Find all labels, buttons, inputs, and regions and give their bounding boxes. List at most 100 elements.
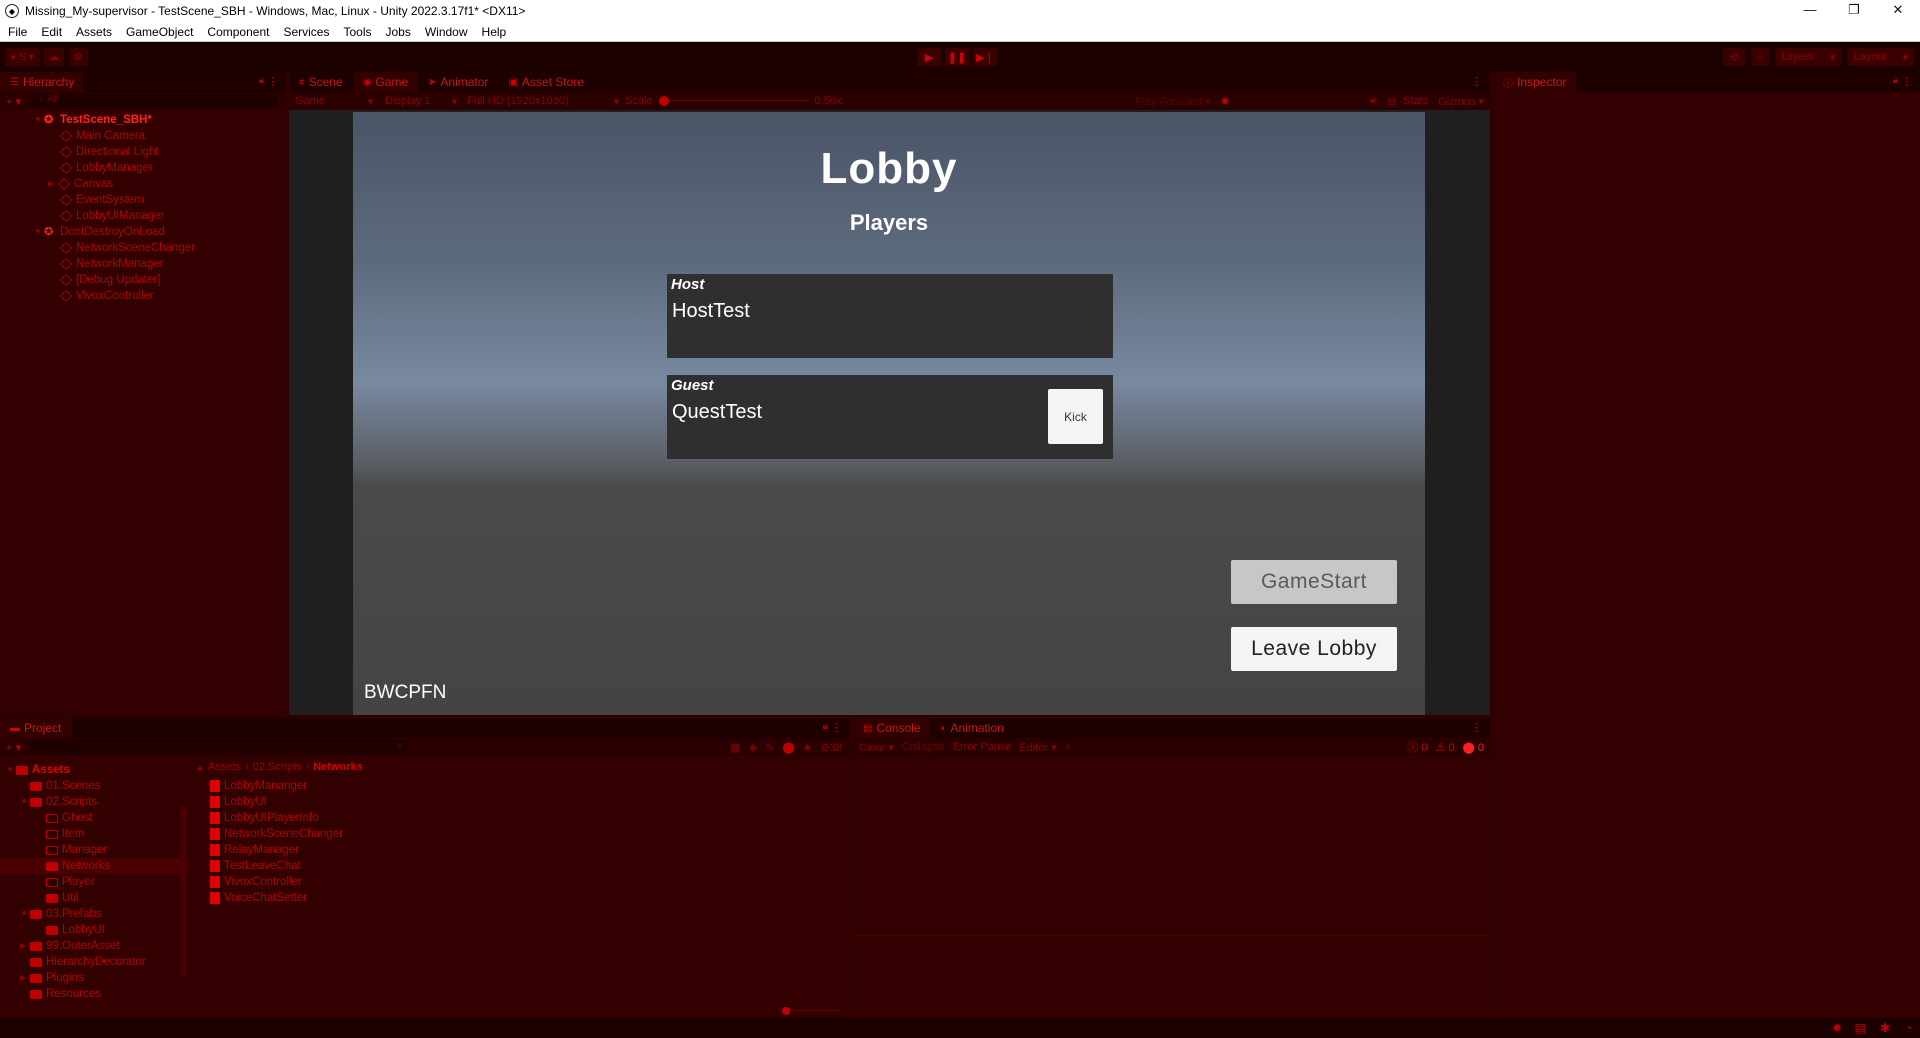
file-item[interactable]: VoiceChatSetter (210, 890, 850, 906)
bug-report-icon[interactable]: ✹ (1832, 1021, 1842, 1035)
layers-dropdown[interactable]: Layers ▾ (1774, 48, 1842, 66)
hierarchy-item[interactable]: EventSystem (0, 192, 286, 208)
folder-row[interactable]: ▼ Assets (0, 762, 188, 778)
folder-row[interactable]: HierarchyDecorator (0, 954, 188, 970)
favorite-icon[interactable]: ★ (803, 741, 813, 754)
breadcrumb-item[interactable]: Networks (313, 761, 363, 773)
file-item[interactable]: LobbyMananger (210, 778, 850, 794)
history-icon[interactable]: ⟲ (1723, 48, 1745, 66)
hierarchy-item[interactable]: Main Camera (0, 128, 286, 144)
folder-row[interactable]: ▶ 99.OuterAsset (0, 938, 188, 954)
pause-button[interactable]: ❚❚ (945, 48, 969, 66)
game-mode-dropdown[interactable]: Game ▾ (295, 95, 381, 108)
game-canvas[interactable]: Lobby Players Host HostTest Guest QuestT… (353, 112, 1425, 715)
folder-row[interactable]: ▼ 02.Scripts (0, 794, 188, 810)
expand-arrow-icon[interactable]: ▼ (34, 224, 44, 240)
bug-icon[interactable]: ✹ (1221, 95, 1230, 108)
file-item[interactable]: LobbyUIPlayerInfo (210, 810, 850, 826)
lock-icon[interactable]: 🔒︎ (259, 75, 264, 86)
hierarchy-item[interactable]: VivoxController (0, 288, 286, 304)
zoom-slider-thumb[interactable] (782, 1007, 790, 1015)
play-focused-dropdown[interactable]: Play Focused ▾ (1135, 95, 1210, 108)
folder-row[interactable]: Player (0, 874, 188, 890)
scale-slider-thumb[interactable] (658, 96, 669, 106)
folder-row[interactable]: 01.Scenes (0, 778, 188, 794)
layout-dropdown[interactable]: Layout ▾ (1847, 48, 1914, 66)
hierarchy-item[interactable]: LobbyUIManager (0, 208, 286, 224)
tab-hierarchy[interactable]: ☰ Hierarchy (0, 72, 85, 92)
tag-icon[interactable]: ✎ (765, 741, 774, 754)
menu-gameobject[interactable]: GameObject (126, 25, 193, 39)
search-by-label-icon[interactable]: ◈ (749, 741, 757, 754)
account-dropdown[interactable]: ● S ▾ (5, 48, 39, 66)
close-icon[interactable]: ✕ (1876, 0, 1920, 22)
warning-filter-icon[interactable]: ⬤ (782, 741, 794, 754)
tab-animation[interactable]: ◐ Animation (930, 718, 1013, 738)
console-log-area[interactable] (853, 756, 1490, 936)
error-count-toggle[interactable]: ⬤ 0 (1463, 741, 1485, 754)
mute-icon[interactable]: 🔊︎ (1370, 95, 1377, 108)
zoom-slider[interactable] (782, 1006, 842, 1016)
collapse-toggle[interactable]: Collapse (902, 741, 945, 753)
hierarchy-item[interactable]: [Debug Updater] (0, 272, 286, 288)
hierarchy-item[interactable]: Directional Light (0, 144, 286, 160)
expand-arrow-icon[interactable]: ▼ (34, 112, 44, 128)
hierarchy-item[interactable]: NetworkManager (0, 256, 286, 272)
file-item[interactable]: LobbyUI (210, 794, 850, 810)
menu-services[interactable]: Services (283, 25, 329, 39)
folder-row[interactable]: Manager (0, 842, 188, 858)
folder-row[interactable]: ▼ 03.Prefabs (0, 906, 188, 922)
hierarchy-search-input[interactable]: ⌕ All (29, 94, 278, 108)
scale-slider[interactable] (658, 96, 809, 106)
gizmos-dropdown[interactable]: Gizmos ▾ (1438, 95, 1484, 108)
menu-tools[interactable]: Tools (343, 25, 371, 39)
breadcrumb-item[interactable]: 02.Scripts (253, 761, 302, 773)
expand-arrow-icon[interactable]: ▶ (20, 938, 30, 954)
file-item[interactable]: NetworkSceneChanger (210, 826, 850, 842)
create-asset-button[interactable]: + ▾ (6, 741, 21, 754)
menu-window[interactable]: Window (425, 25, 468, 39)
breadcrumb-item[interactable]: Assets (208, 761, 241, 773)
resolution-dropdown[interactable]: Full HD (1920x1080) ▾ (463, 95, 625, 108)
tab-asset-store[interactable]: ▣ Asset Store (498, 72, 593, 92)
folder-row[interactable]: ▶ Plugins (0, 970, 188, 986)
folder-row[interactable]: Item (0, 826, 188, 842)
expand-arrow-icon[interactable]: ▼ (6, 762, 16, 778)
hierarchy-item[interactable]: NetworkSceneChanger (0, 240, 286, 256)
minimize-icon[interactable]: — (1788, 0, 1832, 22)
search-icon[interactable]: ⌕ (1750, 48, 1769, 66)
editor-dropdown[interactable]: Editor ▾ (1019, 741, 1056, 754)
tab-console[interactable]: ▤ Console (853, 718, 931, 738)
collapsed-arrow-icon[interactable]: ▶ (48, 176, 58, 192)
folder-row[interactable]: Util (0, 890, 188, 906)
folder-row[interactable]: LobbyUI (0, 922, 188, 938)
folder-tree-scrollbar[interactable] (180, 806, 186, 976)
menu-component[interactable]: Component (207, 25, 269, 39)
menu-file[interactable]: File (8, 25, 27, 39)
expand-arrow-icon[interactable]: ▼ (20, 906, 30, 922)
hidden-packages-toggle[interactable]: ⊘38 (821, 741, 842, 754)
create-button[interactable]: + ▾ (6, 95, 21, 108)
progress-icon[interactable]: ◔ (1905, 1021, 1912, 1035)
lock-icon[interactable]: 🔒︎ (1893, 75, 1898, 86)
console-search-icon[interactable]: ⌕ (1065, 741, 1071, 754)
cloud-icon[interactable]: ☁ (43, 48, 64, 66)
scene-row[interactable]: ▼ ✪ TestScene_SBH* (0, 112, 286, 128)
lock-icon[interactable]: 🔒︎ (823, 721, 828, 732)
more-icon[interactable]: ⋮ (267, 75, 278, 88)
project-search-input[interactable]: ⌕ (29, 740, 410, 754)
stats-icon[interactable]: ▤ (1387, 95, 1397, 108)
file-item[interactable]: TestLeaveChat (210, 858, 850, 874)
ddol-row[interactable]: ▼ ✪ DontDestroyOnLoad (0, 224, 286, 240)
folder-row-selected[interactable]: Networks (0, 858, 188, 874)
error-pause-toggle[interactable]: Error Pause (953, 741, 1012, 753)
expand-arrow-icon[interactable]: ▶ (20, 970, 30, 986)
menu-help[interactable]: Help (482, 25, 507, 39)
expand-arrow-icon[interactable]: ▼ (20, 794, 30, 810)
menu-assets[interactable]: Assets (76, 25, 112, 39)
restore-icon[interactable]: ❐ (1832, 0, 1876, 22)
tab-game[interactable]: ◉ Game (352, 72, 419, 92)
kick-button[interactable]: Kick (1048, 389, 1103, 444)
hierarchy-item[interactable]: ▶ Canvas (0, 176, 286, 192)
file-item[interactable]: RelayManager (210, 842, 850, 858)
